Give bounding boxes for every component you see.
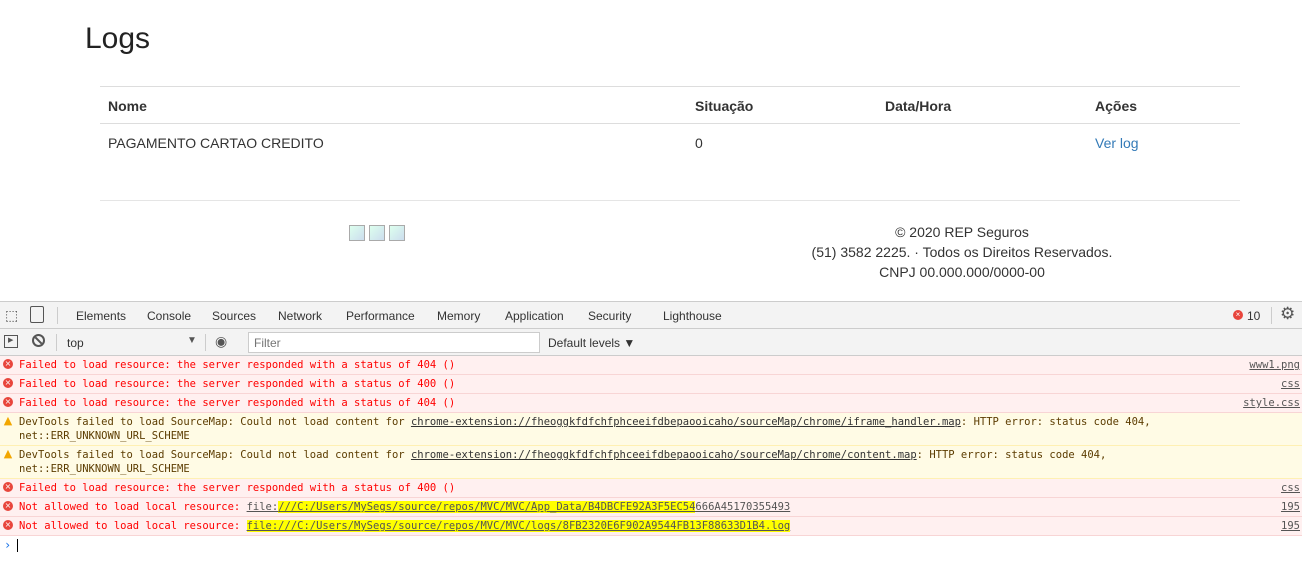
- source-link[interactable]: css: [1281, 377, 1300, 391]
- tab-security[interactable]: Security: [588, 309, 631, 323]
- devtools-tabbar: ⬚ Elements Console Sources Network Perfo…: [0, 302, 1302, 331]
- sourcemap-link[interactable]: chrome-extension://fheoggkfdfchfphceeifd…: [411, 416, 961, 428]
- source-link[interactable]: style.css: [1243, 396, 1300, 410]
- col-situacao: Situação: [695, 98, 754, 114]
- tab-sources[interactable]: Sources: [212, 309, 256, 323]
- tab-elements[interactable]: Elements: [76, 309, 126, 323]
- local-resource-link[interactable]: file:///C:/Users/MySegs/source/repos/MVC…: [246, 520, 791, 532]
- console-prompt[interactable]: ›: [0, 536, 1302, 556]
- sidebar-toggle-icon[interactable]: ▶: [4, 335, 18, 348]
- console-toolbar: ▶ top ▼ ◉ Default levels ▼: [0, 329, 1302, 356]
- cell-nome: PAGAMENTO CARTAO CREDITO: [108, 135, 324, 151]
- tab-console[interactable]: Console: [135, 309, 203, 331]
- context-select[interactable]: top: [67, 336, 84, 350]
- settings-gear-icon[interactable]: ⚙: [1280, 304, 1295, 324]
- chevron-down-icon[interactable]: ▼: [187, 335, 197, 346]
- device-toolbar-icon[interactable]: [30, 306, 44, 323]
- footer-divider: [100, 200, 1240, 201]
- console-error: × Not allowed to load local resource: fil…: [0, 498, 1302, 517]
- broken-image-icon[interactable]: [389, 225, 405, 241]
- warning-icon: ▲: [3, 414, 13, 427]
- error-icon: ×: [3, 520, 13, 530]
- table-header: Nome Situação Data/Hora Ações: [100, 87, 1240, 124]
- broken-image-icon[interactable]: [369, 225, 385, 241]
- cell-situacao: 0: [695, 135, 703, 151]
- local-resource-link[interactable]: file:///C:/Users/MySegs/source/repos/MVC…: [247, 501, 790, 513]
- console-error: × Failed to load resource: the server res…: [0, 479, 1302, 498]
- error-icon: ×: [3, 397, 13, 407]
- sourcemap-link[interactable]: chrome-extension://fheoggkfdfchfphceeifd…: [411, 449, 917, 461]
- console-warning: ▲ DevTools failed to load SourceMap: Coul…: [0, 413, 1302, 446]
- error-icon: ×: [3, 378, 13, 388]
- col-data-hora: Data/Hora: [885, 98, 952, 114]
- col-nome: Nome: [108, 98, 147, 114]
- source-link[interactable]: 195: [1281, 519, 1300, 533]
- page-title: Logs: [85, 22, 151, 55]
- ver-log-link[interactable]: Ver log: [1095, 135, 1139, 151]
- phone: (51) 3582 2225. · Todos os Direitos Rese…: [811, 244, 1113, 260]
- inspect-element-icon[interactable]: ⬚: [5, 307, 18, 324]
- tab-network[interactable]: Network: [278, 309, 322, 323]
- page: Logs Nome Situação Data/Hora Ações PAGAM…: [0, 0, 1302, 301]
- col-acoes: Ações: [1095, 98, 1138, 114]
- table-row: PAGAMENTO CARTAO CREDITO 0 Ver log: [100, 124, 1240, 161]
- broken-image-icon[interactable]: [349, 225, 365, 241]
- error-count[interactable]: 10: [1247, 309, 1260, 323]
- console-error: × Not allowed to load local resource: fil…: [0, 517, 1302, 536]
- source-link[interactable]: css: [1281, 481, 1300, 495]
- prompt-chevron-icon: ›: [4, 538, 12, 552]
- copyright: © 2020 REP Seguros: [895, 224, 1029, 240]
- error-icon[interactable]: ×: [1233, 310, 1243, 320]
- logs-table: Nome Situação Data/Hora Ações PAGAMENTO …: [100, 86, 1240, 161]
- console-error: × Failed to load resource: the server res…: [0, 375, 1302, 394]
- error-icon: ×: [3, 359, 13, 369]
- filter-input[interactable]: [248, 332, 540, 353]
- console-warning: ▲ DevTools failed to load SourceMap: Coul…: [0, 446, 1302, 479]
- console-messages: × Failed to load resource: the server res…: [0, 356, 1302, 565]
- source-link[interactable]: 195: [1281, 500, 1300, 514]
- source-link[interactable]: www1.png: [1249, 358, 1300, 372]
- tab-performance[interactable]: Performance: [346, 309, 415, 323]
- cnpj: CNPJ 00.000.000/0000-00: [879, 264, 1045, 280]
- footer-text: © 2020 REP Seguros (51) 3582 2225. · Tod…: [762, 222, 1162, 282]
- clear-console-icon[interactable]: [32, 334, 45, 347]
- eye-icon[interactable]: ◉: [215, 333, 227, 350]
- tab-application[interactable]: Application: [505, 309, 564, 323]
- default-levels-dropdown[interactable]: Default levels ▼: [548, 336, 635, 350]
- console-error: × Failed to load resource: the server res…: [0, 394, 1302, 413]
- devtools-panel: ⬚ Elements Console Sources Network Perfo…: [0, 301, 1302, 566]
- footer-images: [349, 225, 405, 241]
- console-error: × Failed to load resource: the server res…: [0, 356, 1302, 375]
- error-icon: ×: [3, 482, 13, 492]
- error-icon: ×: [3, 501, 13, 511]
- warning-icon: ▲: [3, 447, 13, 460]
- tab-lighthouse[interactable]: Lighthouse: [663, 309, 722, 323]
- tab-memory[interactable]: Memory: [437, 309, 480, 323]
